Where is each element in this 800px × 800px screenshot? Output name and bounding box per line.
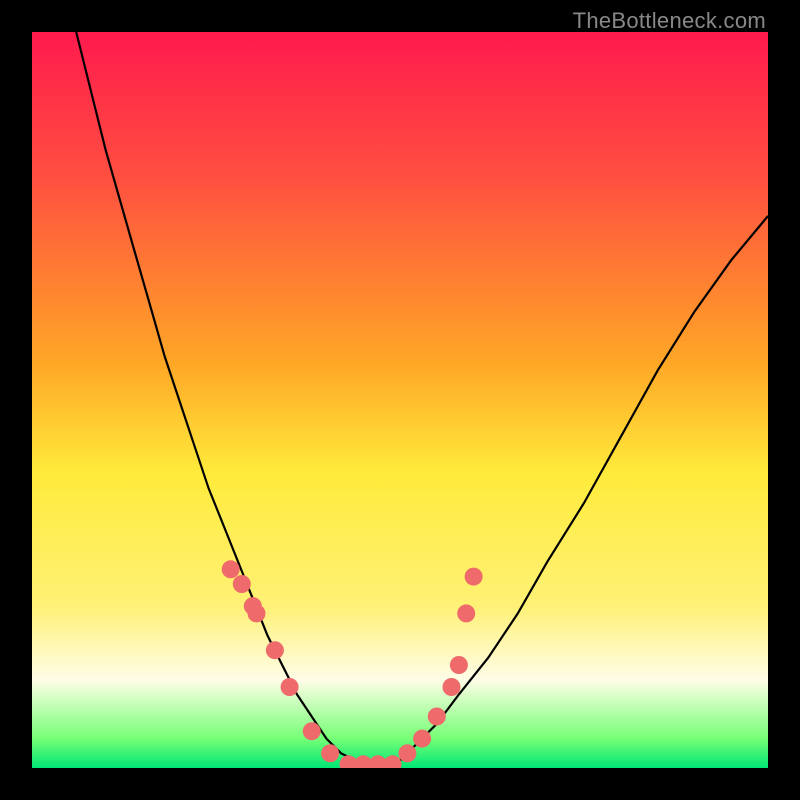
marker-dot	[266, 641, 284, 659]
plot-area	[32, 32, 768, 768]
marker-dot	[321, 744, 339, 762]
marker-dot	[413, 730, 431, 748]
marker-dot	[233, 575, 251, 593]
marker-dot	[248, 604, 266, 622]
marker-dot	[450, 656, 468, 674]
marker-dot	[457, 604, 475, 622]
watermark-text: TheBottleneck.com	[573, 8, 766, 34]
chart-svg	[32, 32, 768, 768]
marker-dot	[222, 560, 240, 578]
marker-dot	[465, 568, 483, 586]
marker-dot	[428, 708, 446, 726]
marker-dot	[398, 744, 416, 762]
marker-dot	[443, 678, 461, 696]
chart-frame: TheBottleneck.com	[0, 0, 800, 800]
marker-dot	[303, 722, 321, 740]
marker-dot	[281, 678, 299, 696]
gradient-background	[32, 32, 768, 768]
